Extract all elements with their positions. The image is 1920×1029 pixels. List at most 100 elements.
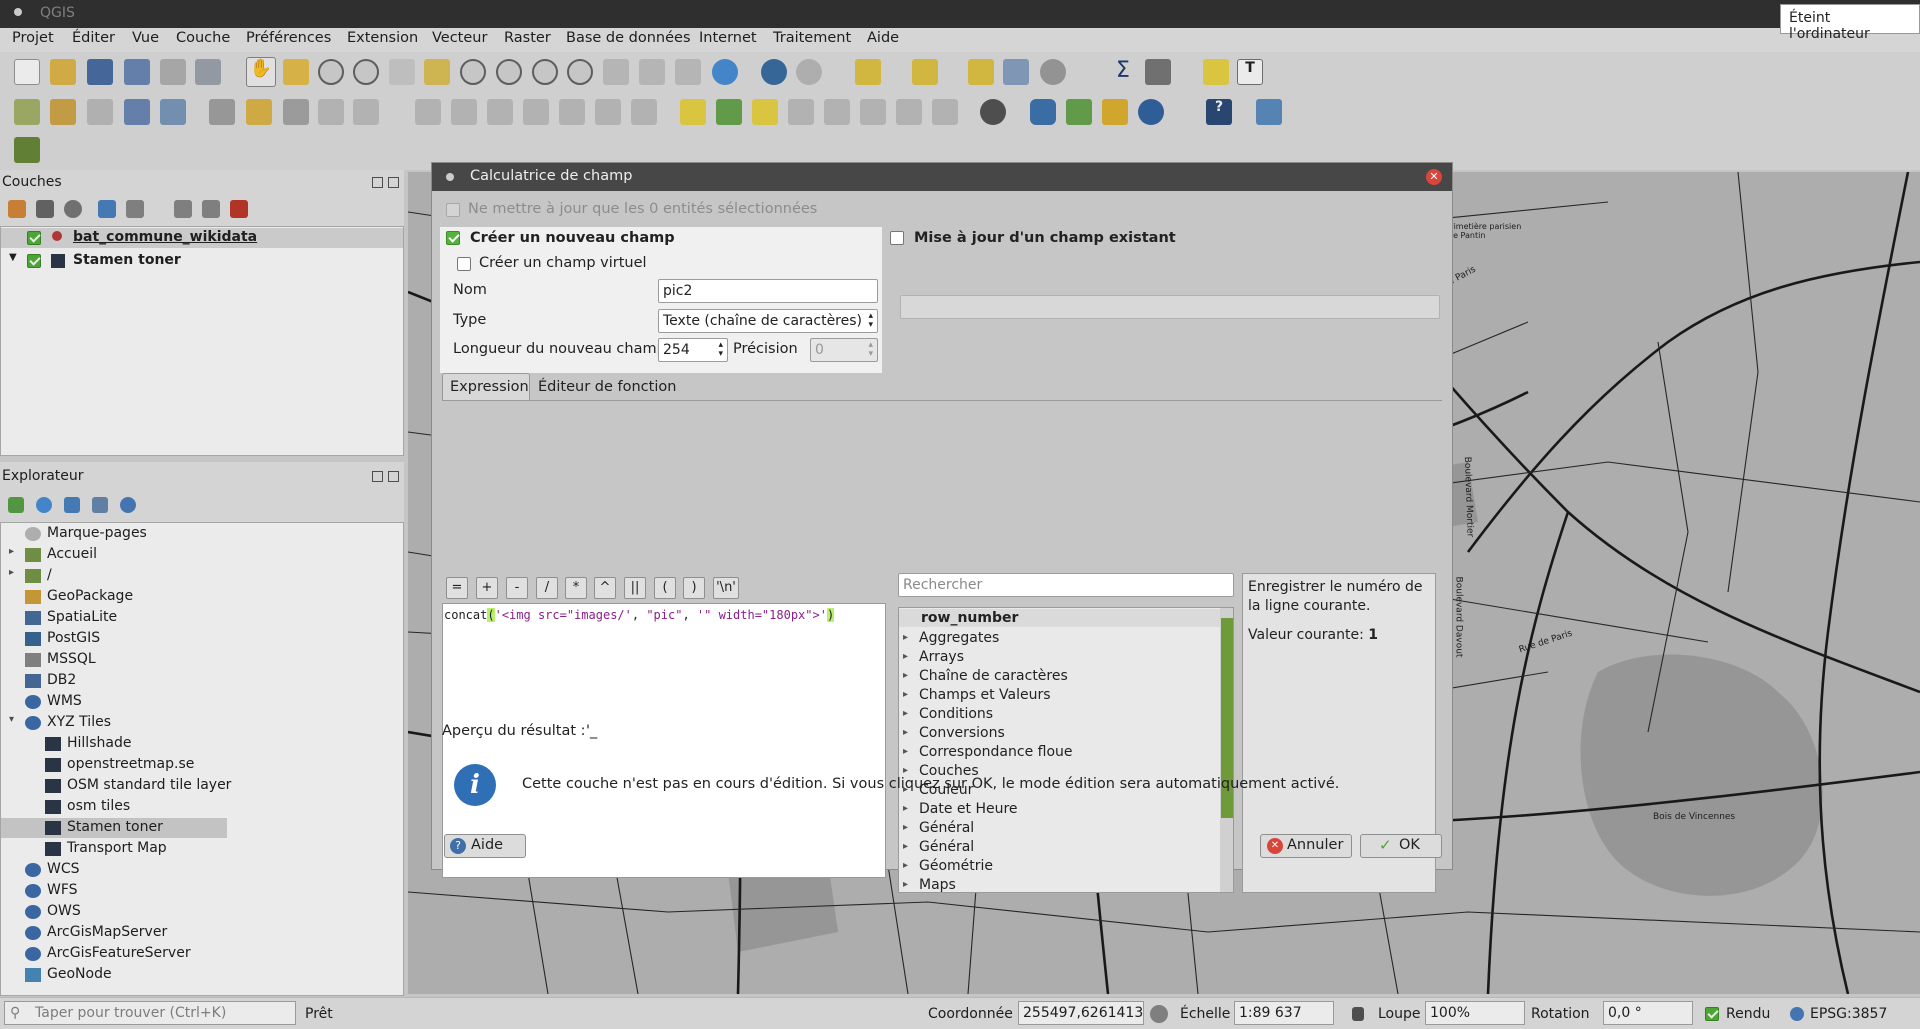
map-tips-icon[interactable] <box>1203 59 1229 85</box>
function-group-item[interactable]: Général <box>903 820 974 836</box>
panel-close-icon[interactable] <box>388 177 399 188</box>
operator-power-button[interactable]: ^ <box>594 577 616 599</box>
menu-raster[interactable]: Raster <box>504 30 551 46</box>
statistics-sigma-icon[interactable]: Σ <box>1110 59 1136 85</box>
refresh-browser-icon[interactable] <box>36 497 52 513</box>
tab-expression[interactable]: Expression <box>442 373 530 401</box>
function-search-input[interactable]: Rechercher <box>898 573 1234 597</box>
rotation-spinbox[interactable]: 0,0 ° <box>1603 1001 1693 1025</box>
browser-item[interactable]: ArcGisFeatureServer <box>1 944 401 964</box>
browser-item[interactable]: osm tiles <box>1 797 401 817</box>
browser-item[interactable]: WMS <box>1 692 401 712</box>
operator-close-paren-button[interactable]: ) <box>683 577 705 599</box>
zoom-selection-icon[interactable] <box>460 59 486 85</box>
collapse-all-icon[interactable] <box>202 200 220 218</box>
only-selected-checkbox[interactable] <box>446 203 460 217</box>
function-group-item[interactable]: Maps <box>903 877 956 892</box>
operator-concat-button[interactable]: || <box>624 577 646 599</box>
browser-item[interactable]: ArcGisMapServer <box>1 923 401 943</box>
operator-newline-button[interactable]: '\n' <box>713 577 739 599</box>
collapse-browser-icon[interactable] <box>92 497 108 513</box>
current-edits-icon[interactable] <box>209 99 235 125</box>
browser-item[interactable]: ▸ / <box>1 566 401 586</box>
panel-float-icon[interactable] <box>372 177 383 188</box>
toolbox-gear-icon[interactable] <box>1040 59 1066 85</box>
pencil-plugin-icon[interactable] <box>1102 99 1128 125</box>
pan-hand-icon[interactable]: ✋ <box>246 57 276 87</box>
undo-plugin-icon[interactable] <box>1138 99 1164 125</box>
scale-combobox[interactable]: 1:89 637 <box>1234 1001 1334 1025</box>
action-icon[interactable] <box>796 59 822 85</box>
pan-to-selection-icon[interactable] <box>283 59 309 85</box>
lock-scale-icon[interactable] <box>1352 1007 1364 1021</box>
menu-editer[interactable]: Éditer <box>72 30 115 46</box>
help-button[interactable]: ? Aide <box>444 834 526 858</box>
globe-plugin-icon[interactable] <box>980 99 1006 125</box>
toggle-extents-icon[interactable] <box>1150 1005 1168 1023</box>
toggle-editing-icon[interactable] <box>246 99 272 125</box>
save-as-icon[interactable] <box>124 59 150 85</box>
browser-item[interactable]: WFS <box>1 881 401 901</box>
function-group-item[interactable]: Géométrie <box>903 858 993 874</box>
diagram-options-icon[interactable] <box>716 99 742 125</box>
select-by-value-icon[interactable] <box>912 59 938 85</box>
browser-item[interactable]: GeoNode <box>1 965 401 985</box>
python-console-icon[interactable] <box>1030 99 1056 125</box>
menu-internet[interactable]: Internet <box>699 30 757 46</box>
copy-features-icon[interactable] <box>523 99 549 125</box>
new-temporary-layer-icon[interactable] <box>160 99 186 125</box>
function-group-item[interactable]: Conversions <box>903 725 1005 741</box>
field-name-input[interactable]: pic2 <box>658 279 878 303</box>
layer-visibility-checkbox[interactable] <box>27 231 41 245</box>
operator-multiply-button[interactable]: * <box>565 577 587 599</box>
browser-item[interactable]: openstreetmap.se <box>1 755 401 775</box>
save-project-icon[interactable] <box>87 59 113 85</box>
menu-traitement[interactable]: Traitement <box>773 30 851 46</box>
expand-arrow-icon[interactable]: ▼ <box>9 252 17 263</box>
filter-legend-icon[interactable] <box>98 200 116 218</box>
temporal-icon[interactable] <box>675 59 701 85</box>
layout-manager-icon[interactable] <box>195 59 221 85</box>
select-features-icon[interactable] <box>855 59 881 85</box>
browser-item[interactable]: MSSQL <box>1 650 401 670</box>
new-shapefile-icon[interactable] <box>87 99 113 125</box>
layer-row[interactable]: bat_commune_wikidata <box>1 228 403 248</box>
dialog-close-button[interactable]: ✕ <box>1426 169 1442 185</box>
filter-expression-icon[interactable] <box>126 200 144 218</box>
operator-minus-button[interactable]: - <box>506 577 528 599</box>
menu-extension[interactable]: Extension <box>347 30 418 46</box>
data-source-manager-icon[interactable] <box>14 99 40 125</box>
properties-info-icon[interactable] <box>120 497 136 513</box>
zoom-layer-icon[interactable] <box>496 59 522 85</box>
add-group-icon[interactable] <box>36 200 54 218</box>
existing-field-select[interactable] <box>900 295 1440 319</box>
operator-plus-button[interactable]: + <box>476 577 498 599</box>
function-scrollbar[interactable] <box>1220 608 1233 892</box>
browser-item[interactable]: WCS <box>1 860 401 880</box>
undo-icon[interactable] <box>595 99 621 125</box>
browser-item[interactable]: SpatiaLite <box>1 608 401 628</box>
modify-attributes-icon[interactable] <box>415 99 441 125</box>
help-question-icon[interactable]: ? <box>1206 99 1232 125</box>
create-virtual-field-checkbox[interactable] <box>457 257 471 271</box>
remove-layer-icon[interactable] <box>230 200 248 218</box>
delete-selected-icon[interactable] <box>451 99 477 125</box>
add-feature-icon[interactable] <box>318 99 344 125</box>
function-group-item[interactable]: Correspondance floue <box>903 744 1072 760</box>
function-group-item[interactable]: Général <box>903 839 974 855</box>
menu-preferences[interactable]: Préférences <box>246 30 331 46</box>
deselect-all-icon[interactable] <box>968 59 994 85</box>
render-checkbox[interactable] <box>1705 1007 1719 1021</box>
locator-search-input[interactable]: ⚲ Taper pour trouver (Ctrl+K) <box>4 1001 296 1025</box>
pin-labels-icon[interactable] <box>788 99 814 125</box>
layer-style-icon[interactable] <box>8 200 26 218</box>
panel-close-icon[interactable] <box>388 471 399 482</box>
plugin-icon[interactable] <box>14 137 40 163</box>
browser-item[interactable]: Marque-pages <box>1 524 401 544</box>
cut-features-icon[interactable] <box>487 99 513 125</box>
measure-icon[interactable] <box>1145 59 1171 85</box>
browser-item[interactable]: GeoPackage <box>1 587 401 607</box>
redo-icon[interactable] <box>631 99 657 125</box>
field-type-select[interactable]: Texte (chaîne de caractères) ▴ ▾ <box>658 309 878 333</box>
field-length-spinbox[interactable]: 254 ▴ ▾ <box>658 338 728 362</box>
